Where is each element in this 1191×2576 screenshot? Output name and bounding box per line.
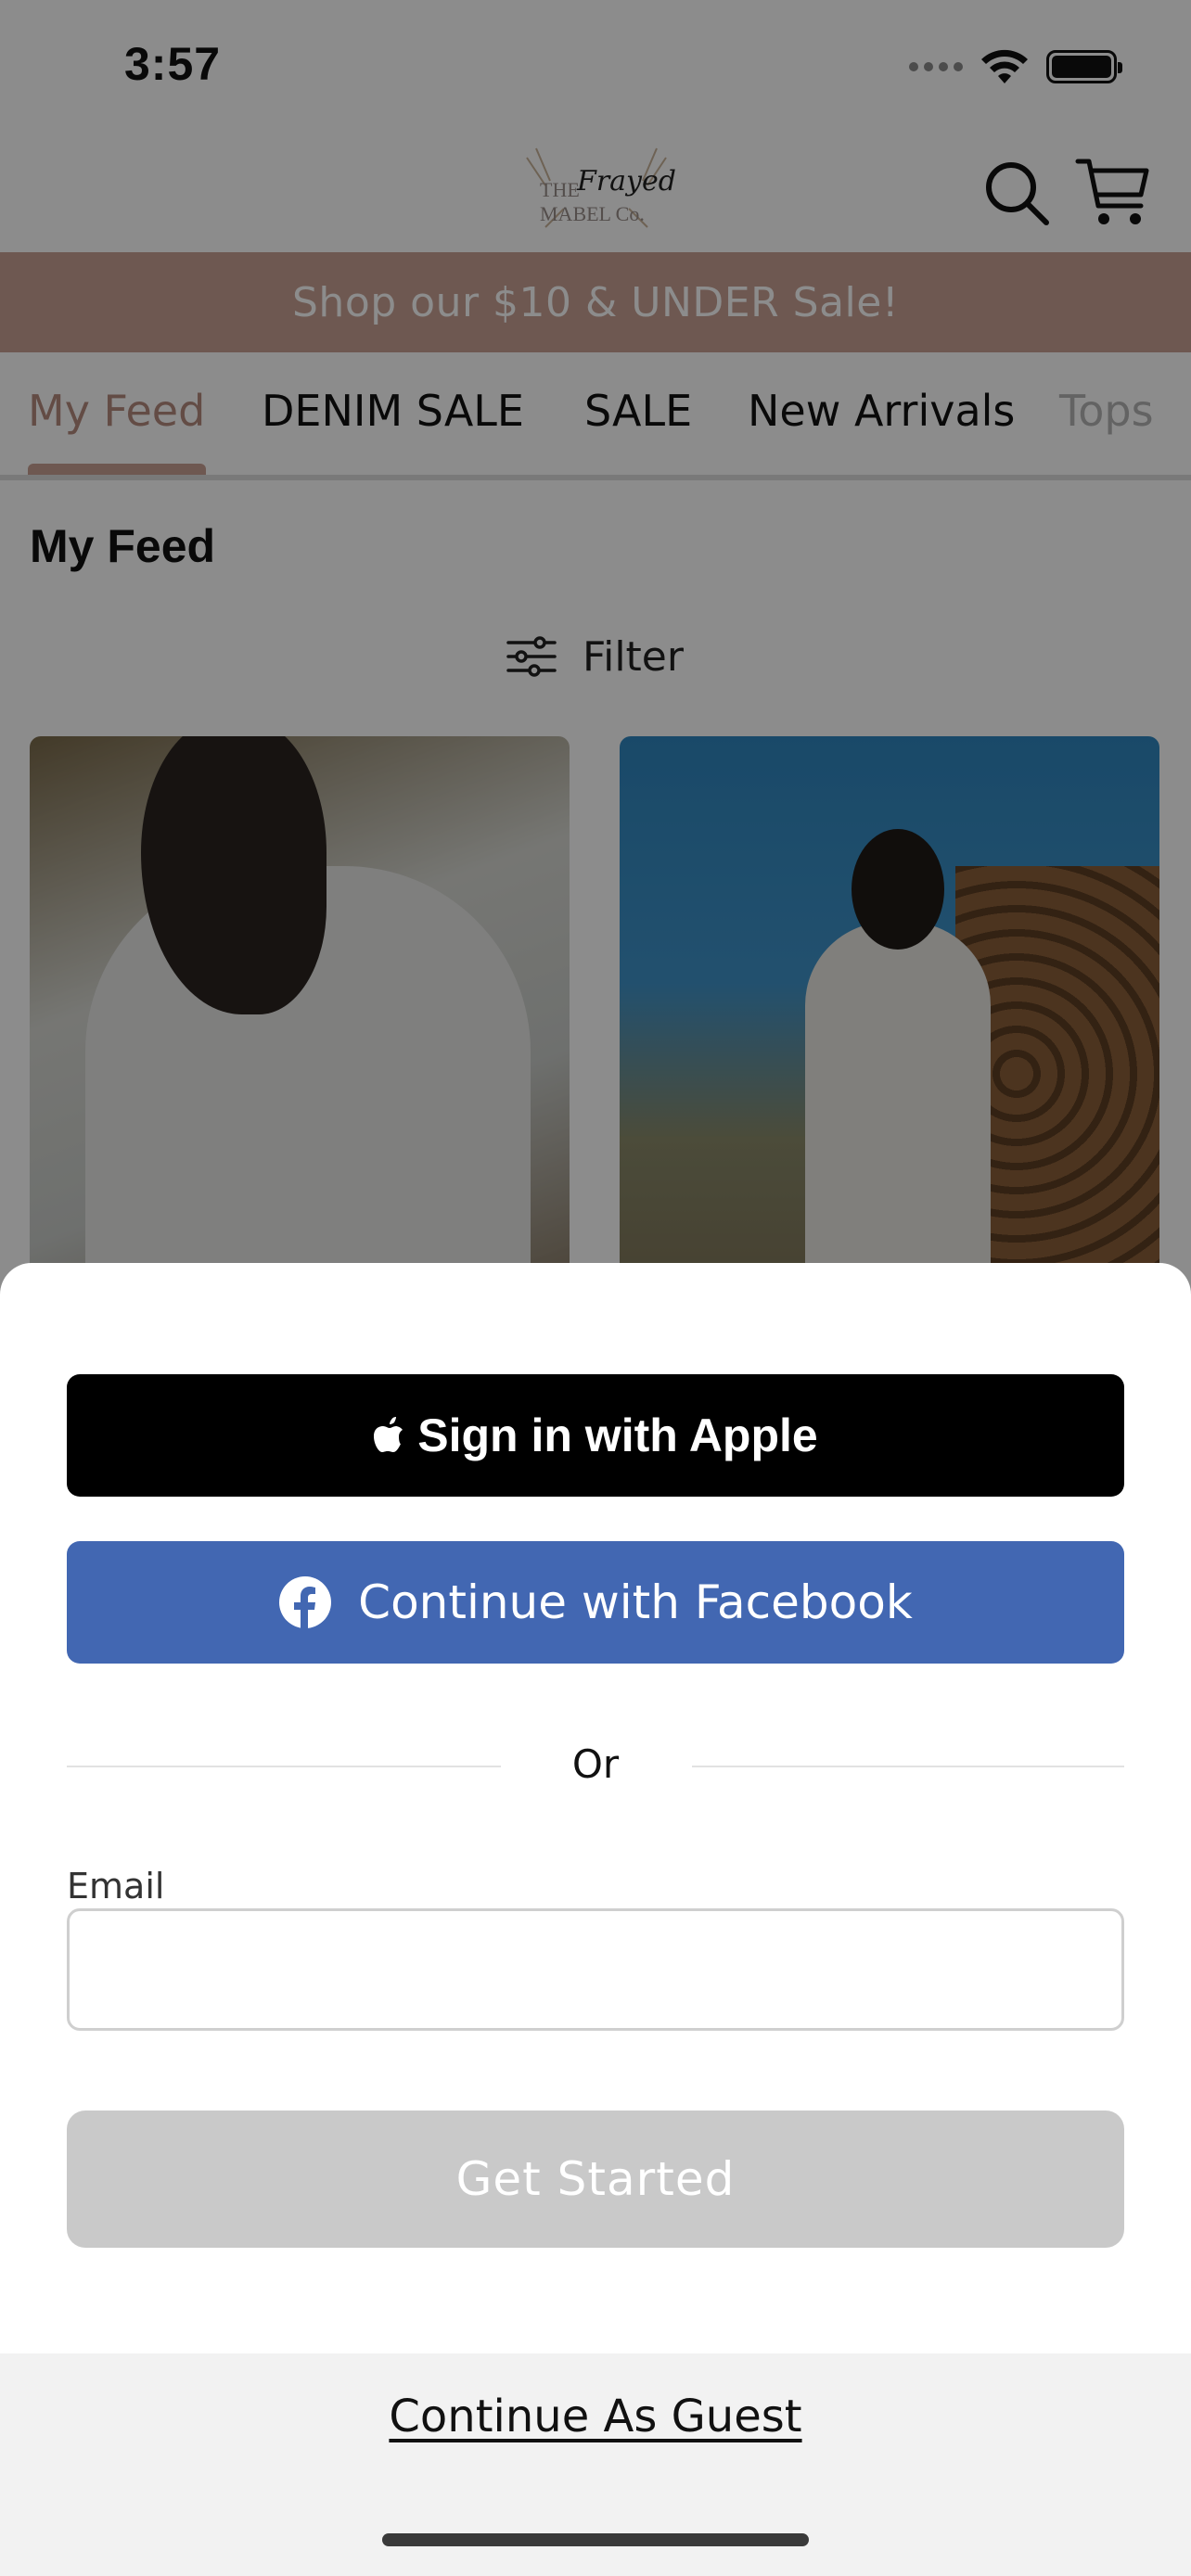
sign-in-sheet: Sign in with Apple Continue with Faceboo… (0, 1263, 1191, 2576)
facebook-icon (279, 1576, 332, 1628)
continue-with-facebook-button[interactable]: Continue with Facebook (67, 1541, 1124, 1664)
sign-in-with-apple-button[interactable]: Sign in with Apple (67, 1374, 1124, 1497)
continue-as-guest-link[interactable]: Continue As Guest (0, 2391, 1191, 2442)
apple-icon (374, 1417, 403, 1452)
or-divider: Or (67, 1738, 1124, 1793)
or-text: Or (571, 1741, 620, 1787)
email-label: Email (67, 1866, 165, 1906)
home-indicator (382, 2533, 809, 2546)
get-started-label: Get Started (455, 2152, 736, 2206)
apple-button-label: Sign in with Apple (417, 1409, 818, 1461)
email-field[interactable] (67, 1908, 1124, 2031)
facebook-button-label: Continue with Facebook (358, 1575, 913, 1629)
get-started-button[interactable]: Get Started (67, 2111, 1124, 2248)
